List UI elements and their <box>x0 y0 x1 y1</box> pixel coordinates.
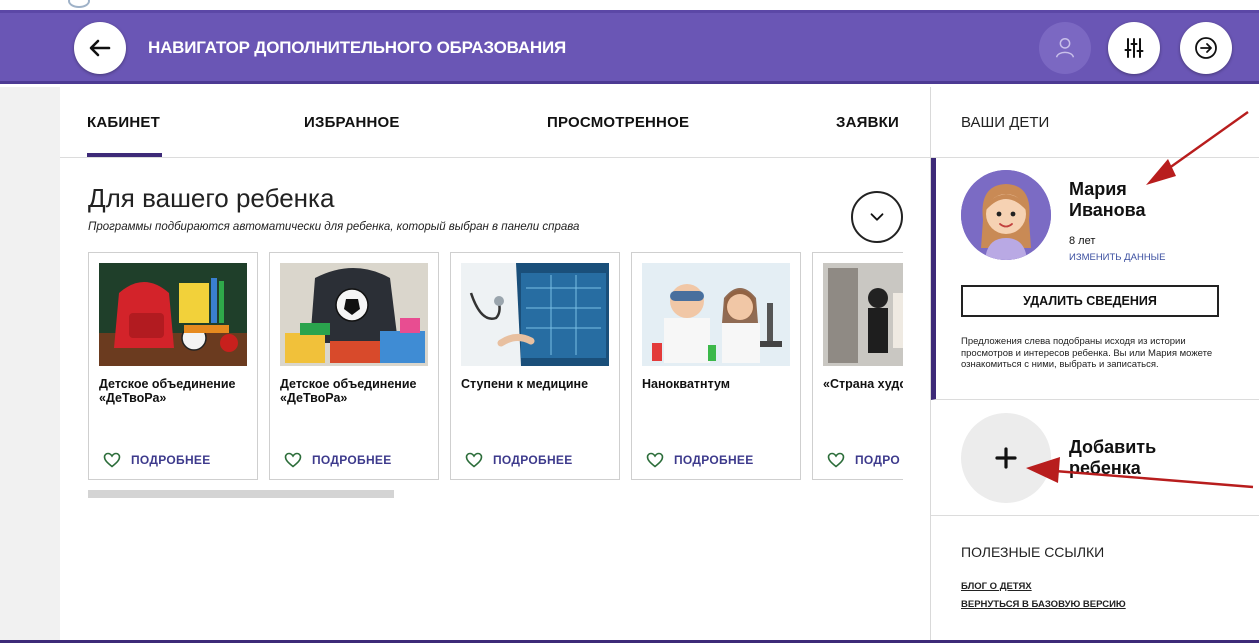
carousel-scrollbar[interactable] <box>88 490 394 498</box>
heart-icon[interactable] <box>646 452 664 468</box>
tab-bar: КАБИНЕТ ИЗБРАННОЕ ПРОСМОТРЕННОЕ ЗАЯВКИ <box>60 87 930 158</box>
user-button[interactable] <box>1039 22 1091 74</box>
arrow-left-icon <box>89 39 111 57</box>
logo-fragment <box>68 0 90 8</box>
sliders-icon <box>1124 38 1144 58</box>
program-image <box>280 263 428 366</box>
blog-link[interactable]: БЛОГ О ДЕТЯХ <box>961 581 1032 592</box>
collapse-button[interactable] <box>851 191 903 243</box>
useful-links-heading: ПОЛЕЗНЫЕ ССЫЛКИ <box>961 544 1105 560</box>
add-child-label[interactable]: Добавить ребенка <box>1069 437 1199 479</box>
app-header: НАВИГАТОР ДОПОЛНИТЕЛЬНОГО ОБРАЗОВАНИЯ <box>0 10 1259 84</box>
more-link[interactable]: ПОДРОБНЕЕ <box>493 453 573 467</box>
exit-button[interactable] <box>1180 22 1232 74</box>
edit-child-link[interactable]: ИЗМЕНИТЬ ДАННЫЕ <box>1069 252 1165 263</box>
add-child-label-line1: Добавить <box>1069 437 1157 457</box>
program-name: «Страна художнико <box>823 377 903 391</box>
add-child-button[interactable] <box>961 413 1051 503</box>
more-link[interactable]: ПОДРО <box>855 453 900 467</box>
program-name: Детское объединение «ДеТвоРа» <box>99 377 236 405</box>
more-link[interactable]: ПОДРОБНЕЕ <box>312 453 392 467</box>
top-strip <box>0 0 1259 10</box>
add-child-label-line2: ребенка <box>1069 458 1141 478</box>
program-image <box>642 263 790 366</box>
arrow-right-circle-icon <box>1195 37 1217 59</box>
basic-version-link[interactable]: ВЕРНУТЬСЯ В БАЗОВУЮ ВЕРСИЮ <box>961 599 1126 610</box>
program-carousel: Детское объединение «ДеТвоРа» ПОДРОБНЕЕ … <box>88 252 903 480</box>
section-subtitle: Программы подбираются автоматически для … <box>88 221 580 233</box>
heart-icon[interactable] <box>827 452 845 468</box>
child-name: Мария Иванова <box>1069 179 1189 221</box>
tab-viewed[interactable]: ПРОСМОТРЕННОЕ <box>547 114 689 131</box>
section-title: Для вашего ребенка <box>88 183 335 213</box>
child-first-name: Мария <box>1069 179 1127 199</box>
heart-icon[interactable] <box>103 452 121 468</box>
program-image <box>461 263 609 366</box>
avatar[interactable] <box>961 170 1051 260</box>
add-child-block: Добавить ребенка <box>931 400 1259 516</box>
left-gutter <box>0 87 60 643</box>
program-card[interactable]: Детское объединение «ДеТвоРа» ПОДРОБНЕЕ <box>88 252 258 480</box>
program-card[interactable]: Детское объединение «ДеТвоРа» ПОДРОБНЕЕ <box>269 252 439 480</box>
children-panel: ВАШИ ДЕТИ Мария Иванова 8 лет ИЗМЕНИТЬ Д… <box>930 87 1259 643</box>
more-link[interactable]: ПОДРОБНЕЕ <box>131 453 211 467</box>
program-card[interactable]: «Страна художнико ПОДРО <box>812 252 903 480</box>
more-link[interactable]: ПОДРОБНЕЕ <box>674 453 754 467</box>
panel-header: ВАШИ ДЕТИ <box>931 87 1259 158</box>
program-image <box>823 263 903 366</box>
chevron-down-icon <box>870 213 884 221</box>
panel-heading: ВАШИ ДЕТИ <box>961 114 1050 131</box>
delete-child-button[interactable]: УДАЛИТЬ СВЕДЕНИЯ <box>961 285 1219 317</box>
heart-icon[interactable] <box>284 452 302 468</box>
tab-favorites[interactable]: ИЗБРАННОЕ <box>304 114 400 131</box>
program-name: Детское объединение «ДеТвоРа» <box>280 377 417 405</box>
user-icon <box>1055 37 1075 58</box>
child-last-name: Иванова <box>1069 200 1146 220</box>
program-image <box>99 263 247 366</box>
active-tab-indicator <box>87 153 162 157</box>
plus-icon <box>995 447 1017 469</box>
child-profile: Мария Иванова 8 лет ИЗМЕНИТЬ ДАННЫЕ УДАЛ… <box>931 158 1259 400</box>
tab-cabinet[interactable]: КАБИНЕТ <box>87 114 160 131</box>
program-card[interactable]: Нанокватнтум ПОДРОБНЕЕ <box>631 252 801 480</box>
heart-icon[interactable] <box>465 452 483 468</box>
child-age: 8 лет <box>1069 235 1096 247</box>
program-name: Ступени к медицине <box>461 377 589 391</box>
recommendation-note: Предложения слева подобраны исходя из ис… <box>961 336 1213 370</box>
app-title: НАВИГАТОР ДОПОЛНИТЕЛЬНОГО ОБРАЗОВАНИЯ <box>148 38 567 57</box>
program-name: Нанокватнтум <box>642 377 731 391</box>
tab-applications[interactable]: ЗАЯВКИ <box>836 114 899 131</box>
back-button[interactable] <box>74 22 126 74</box>
program-card[interactable]: Ступени к медицине ПОДРОБНЕЕ <box>450 252 620 480</box>
filters-button[interactable] <box>1108 22 1160 74</box>
